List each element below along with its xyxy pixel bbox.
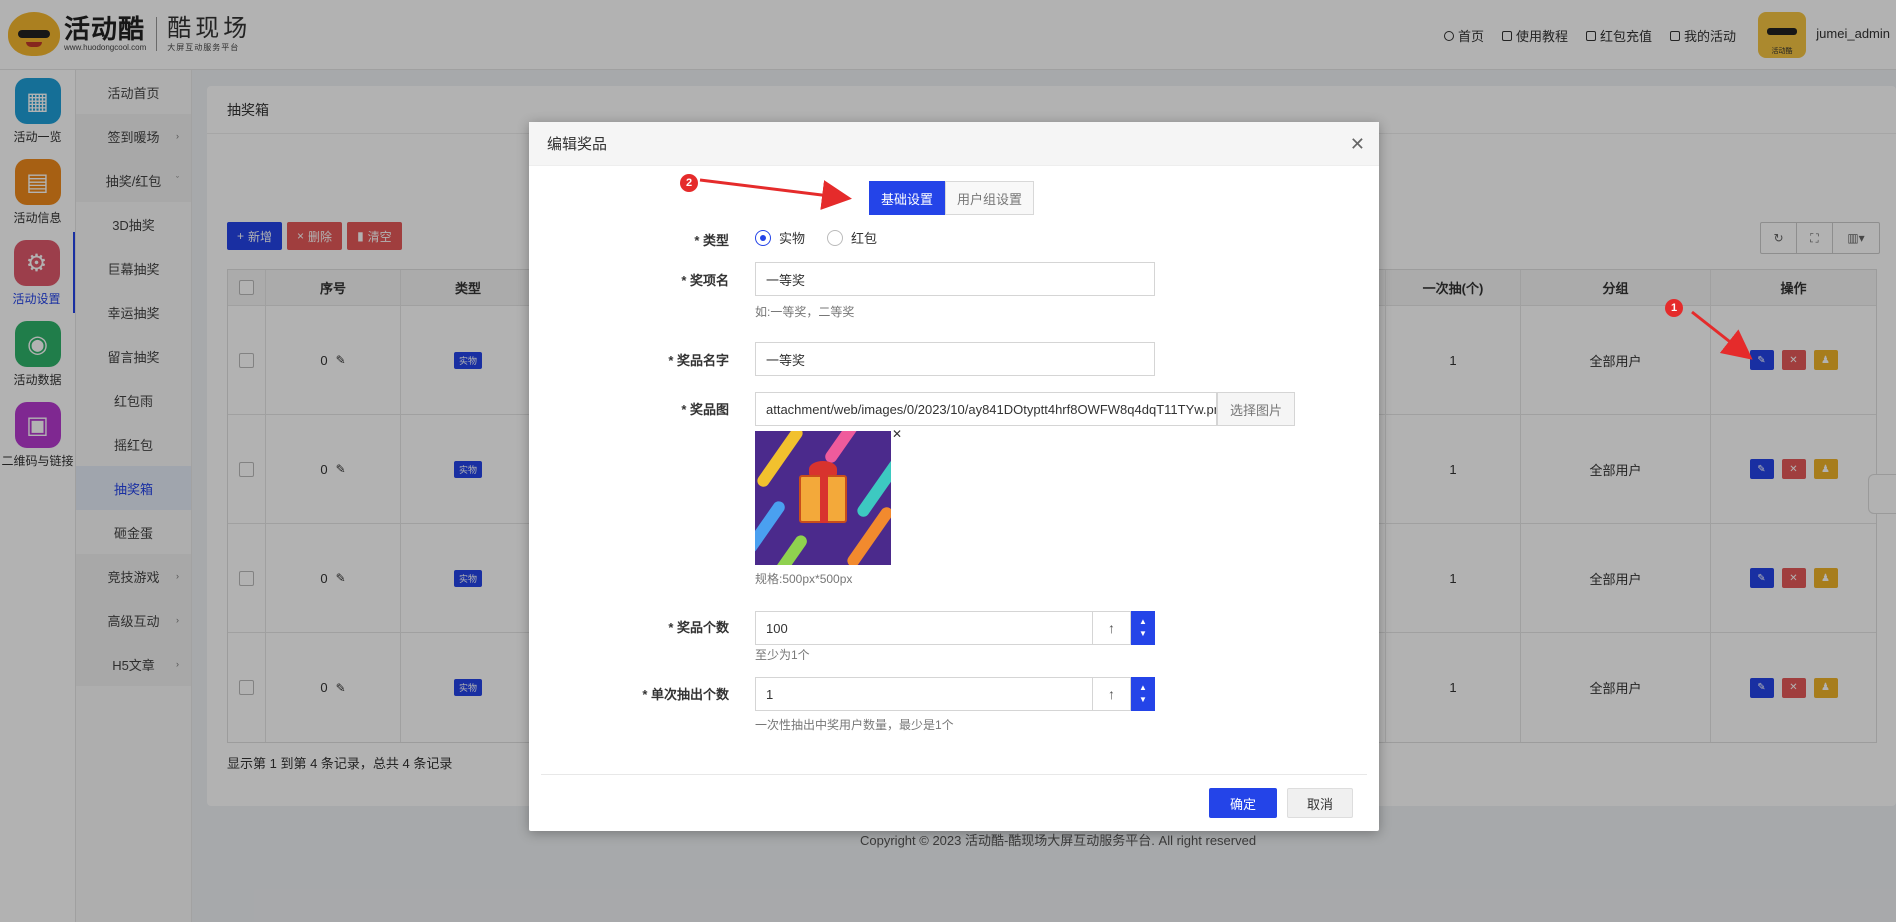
prize-count-label: * 奖品个数 (668, 620, 729, 635)
choose-image-button[interactable]: 选择图片 (1217, 392, 1295, 426)
prize-count-input[interactable]: 100 (755, 611, 1093, 645)
radio-checked-icon (755, 229, 771, 246)
prize-image-label: * 奖品图 (681, 402, 729, 417)
type-label: * 类型 (694, 233, 729, 248)
radio-physical-label: 实物 (779, 231, 806, 246)
radio-red-packet[interactable]: 红包 (827, 228, 877, 247)
award-name-hint: 如:一等奖，二等奖 (755, 305, 855, 319)
spinner-control[interactable]: ▲ ▼ (1131, 677, 1155, 711)
footer-divider (541, 774, 1367, 775)
per-draw-hint: 一次性抽出中奖用户数量，最少是1个 (755, 718, 954, 732)
confirm-button[interactable]: 确定 (1209, 788, 1277, 818)
radio-physical[interactable]: 实物 (755, 228, 805, 247)
arrow-up-icon[interactable]: ↑ (1093, 611, 1131, 645)
award-name-label: * 奖项名 (681, 273, 729, 288)
image-spec-hint: 规格:500px*500px (755, 572, 853, 586)
prize-name-label: * 奖品名字 (668, 353, 729, 368)
arrow-up-icon[interactable]: ↑ (1093, 677, 1131, 711)
caret-down-icon: ▼ (1139, 629, 1147, 638)
prize-name-input[interactable]: 一等奖 (755, 342, 1155, 376)
per-draw-input[interactable]: 1 (755, 677, 1093, 711)
annotation-marker-1: 1 (1665, 299, 1683, 317)
cancel-button[interactable]: 取消 (1287, 788, 1353, 818)
caret-up-icon: ▲ (1139, 617, 1147, 626)
prize-count-hint: 至少为1个 (755, 648, 810, 662)
award-name-input[interactable]: 一等奖 (755, 262, 1155, 296)
dialog-tabs: 基础设置 用户组设置 (869, 181, 1035, 215)
per-draw-label: * 单次抽出个数 (642, 687, 729, 702)
type-radio-group: 实物 红包 (755, 228, 889, 247)
radio-unchecked-icon (827, 229, 844, 246)
radio-red-packet-label: 红包 (851, 231, 878, 246)
edit-prize-dialog: 编辑奖品 ✕ 基础设置 用户组设置 * 类型 实物 红包 * 奖项名 一等奖 如… (529, 122, 1379, 831)
prize-image-path-input[interactable]: attachment/web/images/0/2023/10/ay841DOt… (755, 392, 1217, 426)
tab-basic-settings[interactable]: 基础设置 (869, 181, 946, 215)
caret-up-icon: ▲ (1139, 683, 1147, 692)
tab-user-group-settings[interactable]: 用户组设置 (945, 181, 1035, 215)
remove-image-icon[interactable]: ✕ (892, 427, 902, 441)
dialog-header: 编辑奖品 (529, 122, 1379, 166)
prize-image-thumbnail (755, 431, 891, 565)
caret-down-icon: ▼ (1139, 695, 1147, 704)
spinner-control[interactable]: ▲ ▼ (1131, 611, 1155, 645)
close-icon[interactable]: ✕ (1350, 134, 1365, 155)
dialog-title: 编辑奖品 (547, 136, 608, 153)
annotation-marker-2: 2 (680, 174, 698, 192)
